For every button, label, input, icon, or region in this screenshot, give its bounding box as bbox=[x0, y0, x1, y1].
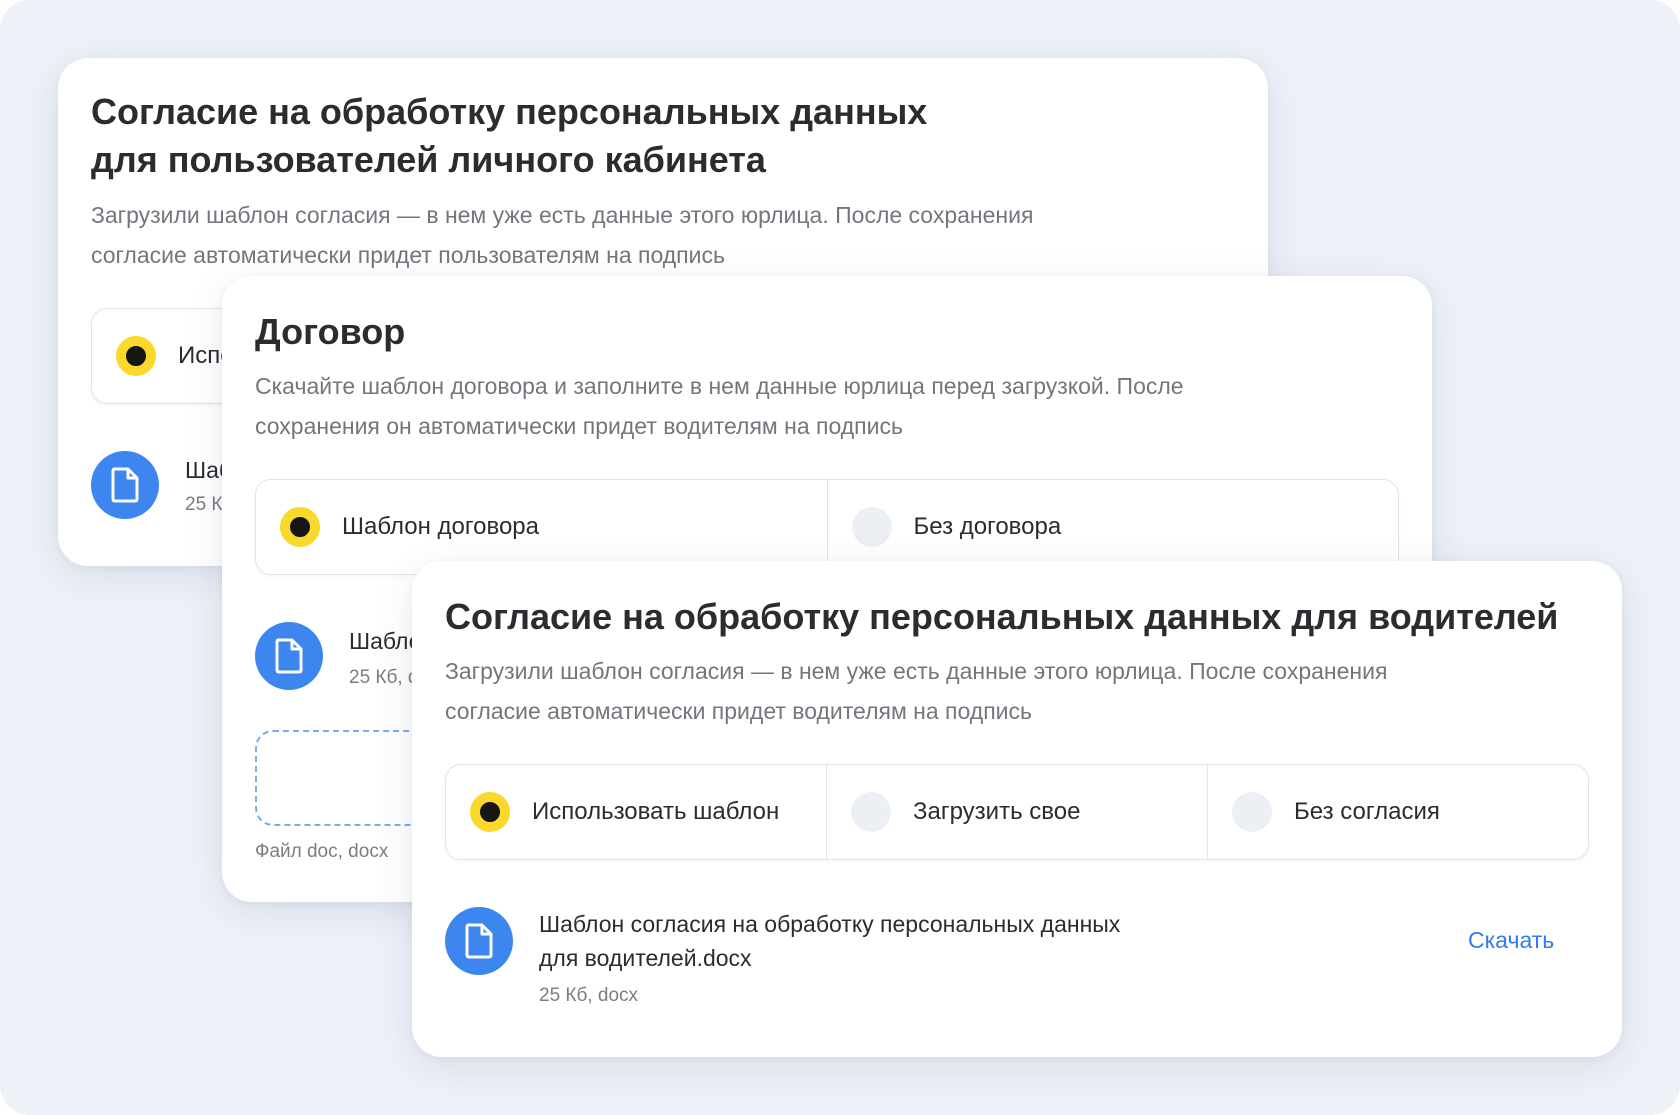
option-label: Без договора bbox=[913, 513, 1062, 540]
document-icon bbox=[275, 638, 303, 674]
description-line-1: Загрузили шаблон согласия — в нем уже ес… bbox=[91, 202, 1034, 228]
option-contract-template[interactable]: Шаблон договора bbox=[256, 480, 827, 574]
file-icon-badge bbox=[445, 907, 513, 975]
file-name-line-2: для водителей.docx bbox=[539, 945, 752, 971]
description-line-1: Скачайте шаблон договора и заполните в н… bbox=[255, 373, 1184, 399]
download-link[interactable]: Скачать bbox=[1468, 927, 1554, 954]
radio-unselected[interactable] bbox=[851, 507, 892, 547]
document-icon bbox=[465, 923, 493, 959]
radio-selected[interactable] bbox=[280, 507, 320, 547]
document-icon bbox=[111, 467, 139, 503]
consent-option-group: Использовать шаблон Загрузить свое Без с… bbox=[445, 764, 1589, 860]
description-line-2: согласие автоматически придет водителям … bbox=[445, 698, 1032, 724]
option-upload-own[interactable]: Загрузить свое bbox=[826, 765, 1207, 859]
card-title: Договор bbox=[255, 311, 406, 352]
option-use-template[interactable]: Использовать шаблон bbox=[446, 765, 826, 859]
file-icon-badge bbox=[91, 451, 159, 519]
option-label: Использовать шаблон bbox=[532, 798, 780, 825]
radio-selected[interactable] bbox=[116, 336, 156, 376]
option-label: Загрузить свое bbox=[913, 798, 1081, 825]
radio-unselected[interactable] bbox=[851, 792, 891, 832]
card-description: Скачайте шаблон договора и заполните в н… bbox=[255, 366, 1184, 446]
description-line-2: сохранения он автоматически придет водит… bbox=[255, 413, 903, 439]
radio-unselected[interactable] bbox=[1232, 792, 1272, 832]
option-label: Без согласия bbox=[1294, 798, 1440, 825]
option-label: Шаблон договора bbox=[342, 513, 540, 540]
dropzone-hint: Файл doc, docx bbox=[255, 841, 389, 862]
description-line-1: Загрузили шаблон согласия — в нем уже ес… bbox=[445, 658, 1388, 684]
title-line-1: Согласие на обработку персональных данны… bbox=[91, 91, 928, 132]
consent-drivers-card: Согласие на обработку персональных данны… bbox=[412, 561, 1622, 1057]
option-no-consent[interactable]: Без согласия bbox=[1207, 765, 1588, 859]
background-canvas: Согласие на обработку персональных данны… bbox=[0, 0, 1680, 1115]
radio-selected[interactable] bbox=[470, 792, 510, 832]
card-description: Загрузили шаблон согласия — в нем уже ес… bbox=[91, 195, 1033, 275]
file-name-line-1: Шаблон согласия на обработку персональны… bbox=[539, 911, 1121, 937]
description-line-2: согласие автоматически придет пользовате… bbox=[91, 242, 725, 268]
file-name: Шаблон согласия на обработку персональны… bbox=[539, 907, 1120, 975]
file-icon-badge bbox=[255, 622, 323, 690]
file-meta: 25 Кб, docx bbox=[539, 985, 639, 1006]
card-title: Согласие на обработку персональных данны… bbox=[91, 88, 927, 184]
card-title: Согласие на обработку персональных данны… bbox=[445, 596, 1559, 637]
title-line-2: для пользователей личного кабинета bbox=[91, 139, 766, 180]
card-description: Загрузили шаблон согласия — в нем уже ес… bbox=[445, 651, 1387, 731]
option-no-contract[interactable]: Без договора bbox=[826, 480, 1399, 574]
